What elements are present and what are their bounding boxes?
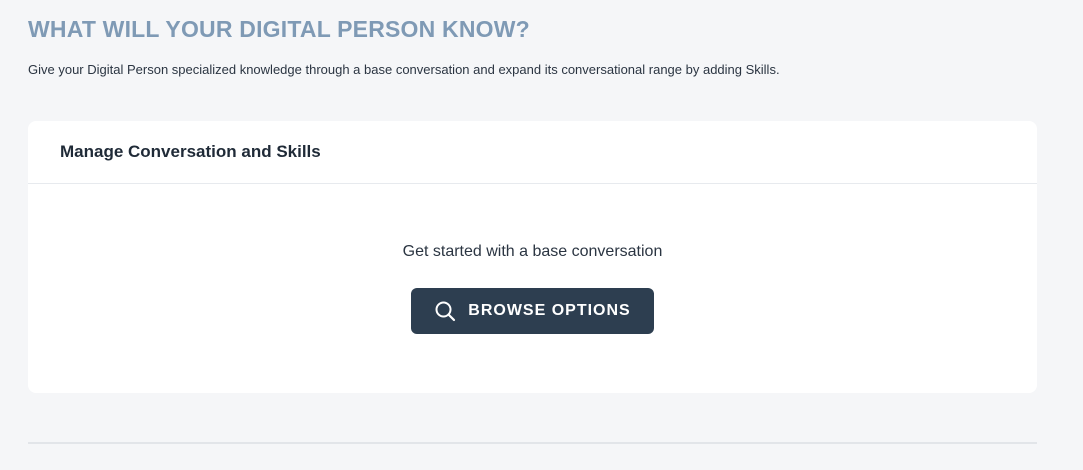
card-body: Get started with a base conversation BRO… xyxy=(28,184,1037,393)
browse-options-button[interactable]: BROWSE OPTIONS xyxy=(411,288,654,334)
page-title: WHAT WILL YOUR DIGITAL PERSON KNOW? xyxy=(28,16,530,42)
empty-state-text: Get started with a base conversation xyxy=(402,243,663,260)
section-divider xyxy=(28,442,1037,444)
browse-options-label: BROWSE OPTIONS xyxy=(468,302,631,319)
page-subtitle: Give your Digital Person specialized kno… xyxy=(28,62,780,77)
card-header: Manage Conversation and Skills xyxy=(28,121,1037,184)
card-title: Manage Conversation and Skills xyxy=(60,142,321,161)
manage-conversation-card: Manage Conversation and Skills Get start… xyxy=(28,121,1037,393)
knowledge-page: WHAT WILL YOUR DIGITAL PERSON KNOW? Give… xyxy=(0,0,1083,470)
search-icon xyxy=(434,300,456,322)
